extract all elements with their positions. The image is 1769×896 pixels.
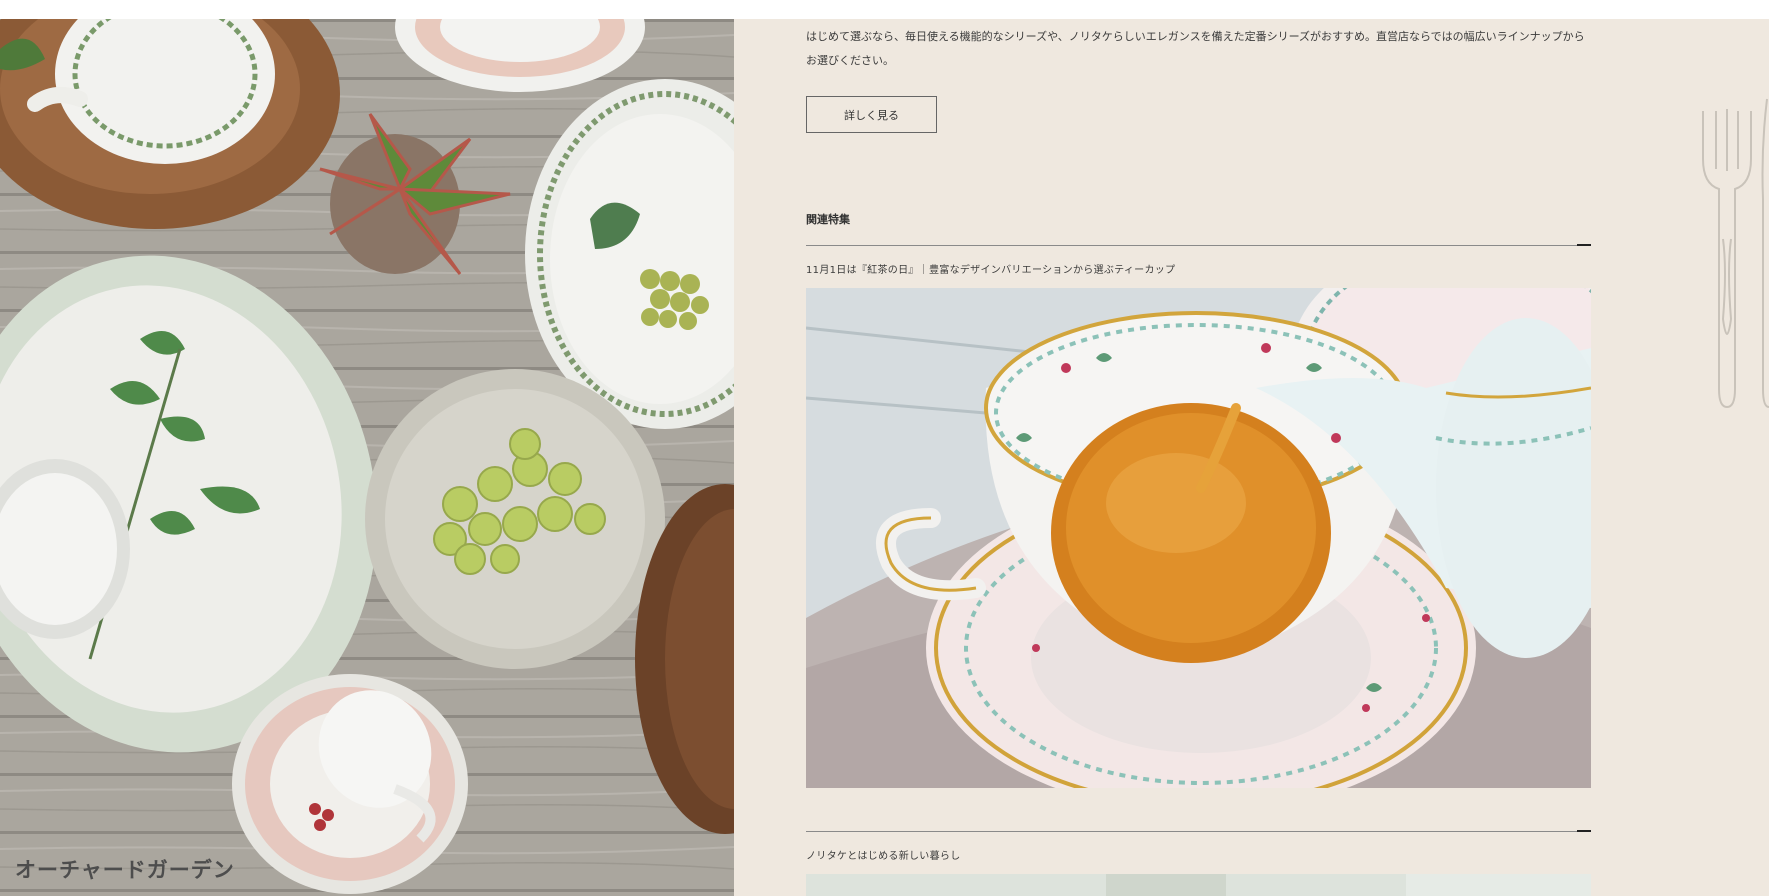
feature-image[interactable] xyxy=(806,288,1591,792)
series-name-label: オーチャードガーデン xyxy=(15,858,235,882)
divider-accent xyxy=(1577,830,1591,832)
related-feature-card[interactable]: ノリタケとはじめる新しい暮らし xyxy=(806,830,1591,896)
tableware-illustration xyxy=(0,19,734,896)
top-bar xyxy=(0,0,1769,19)
cutlery-decoration-icon xyxy=(1702,98,1769,409)
divider-accent xyxy=(1577,244,1591,246)
related-features-heading: 関連特集 xyxy=(806,213,850,226)
feature-image[interactable] xyxy=(806,874,1591,896)
content-panel: はじめて選ぶなら、毎日使える機能的なシリーズや、ノリタケらしいエレガンスを備えた… xyxy=(734,19,1769,896)
teacup-illustration xyxy=(806,288,1591,792)
more-details-button[interactable]: 詳しく見る xyxy=(806,96,937,133)
feature-divider xyxy=(806,830,1591,832)
intro-text: はじめて選ぶなら、毎日使える機能的なシリーズや、ノリタケらしいエレガンスを備えた… xyxy=(806,30,1585,67)
feature-title-link[interactable]: 11月1日は『紅茶の日』｜豊富なデザインバリエーションから選ぶティーカップ xyxy=(806,261,1591,276)
lifestyle-illustration xyxy=(806,874,1591,896)
feature-divider xyxy=(806,244,1591,246)
related-feature-card[interactable]: 11月1日は『紅茶の日』｜豊富なデザインバリエーションから選ぶティーカップ xyxy=(806,244,1591,792)
series-hero-photo[interactable]: オーチャードガーデン xyxy=(0,19,734,896)
feature-title-link[interactable]: ノリタケとはじめる新しい暮らし xyxy=(806,847,1591,862)
